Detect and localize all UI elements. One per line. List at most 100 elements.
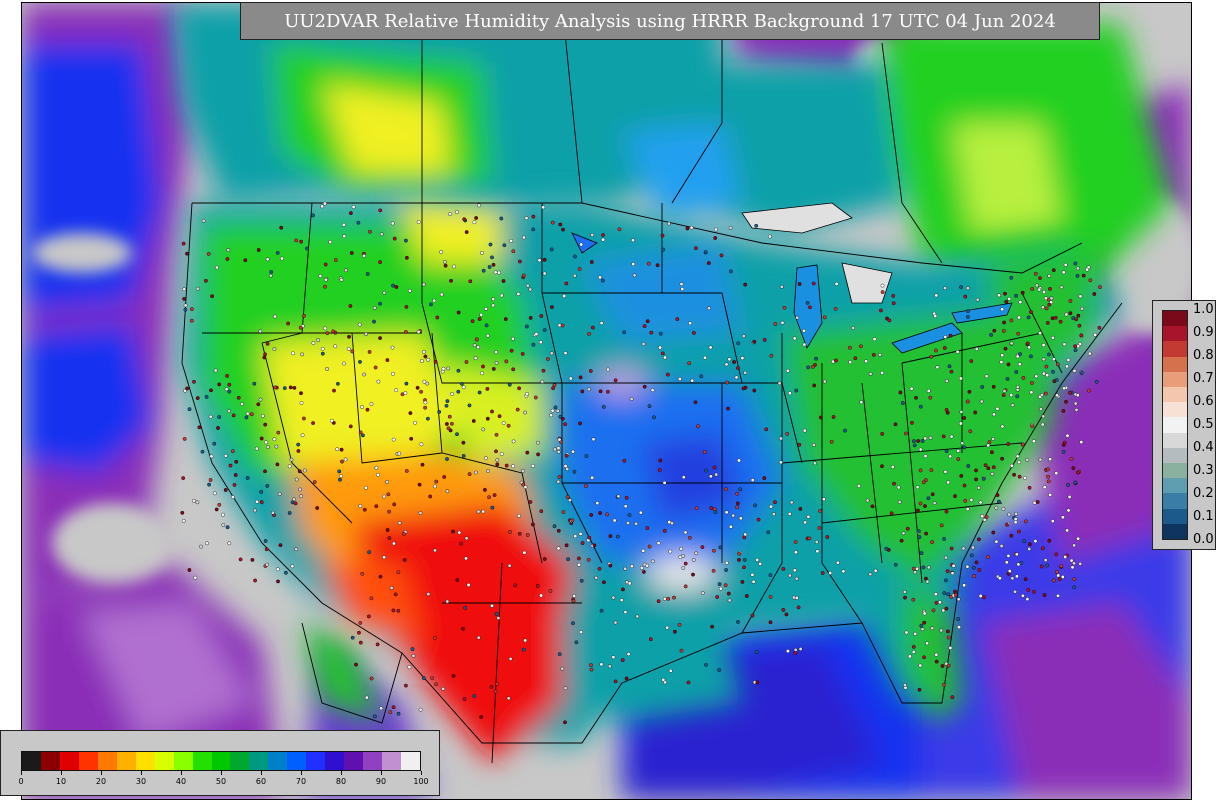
station-dot — [553, 405, 558, 410]
station-dot — [623, 504, 628, 509]
station-dot — [736, 501, 740, 506]
station-dot — [672, 595, 676, 600]
station-dot — [499, 216, 504, 221]
station-dot — [1088, 278, 1093, 283]
station-dot — [347, 334, 351, 339]
station-dot — [363, 485, 368, 490]
station-dot — [623, 610, 628, 614]
station-dot — [602, 580, 606, 585]
station-dot — [1021, 375, 1026, 380]
station-dot — [679, 547, 684, 551]
station-dot — [238, 557, 243, 562]
station-dot — [741, 334, 746, 338]
station-dot — [857, 484, 861, 488]
station-dot — [920, 439, 925, 443]
station-dot — [978, 594, 983, 598]
station-dot — [439, 250, 444, 255]
rh-colorbar-tick-label: 90 — [375, 777, 387, 786]
station-dot — [187, 407, 192, 412]
station-dot — [1047, 352, 1051, 357]
station-dot — [263, 352, 268, 357]
station-dot — [713, 236, 718, 240]
station-dot — [902, 590, 907, 594]
station-dot — [768, 234, 772, 239]
station-dot — [392, 236, 397, 241]
station-dot — [1048, 286, 1052, 291]
station-colorbar-tick-label: 0.7 — [1193, 371, 1214, 386]
station-dot — [980, 385, 985, 389]
station-dot — [496, 616, 501, 620]
station-dot — [442, 259, 447, 264]
station-dot — [1075, 393, 1080, 398]
station-dot — [621, 587, 625, 592]
station-dot — [974, 560, 979, 565]
station-dot — [1065, 433, 1070, 438]
station-dot — [1045, 563, 1049, 568]
station-dot — [660, 233, 665, 238]
station-dot — [742, 565, 746, 570]
station-dot — [1002, 389, 1007, 393]
station-dot — [517, 513, 521, 518]
station-dot — [378, 260, 382, 264]
station-dot — [445, 489, 450, 494]
station-dot — [658, 345, 662, 350]
station-dot — [656, 541, 661, 545]
station-dot — [751, 579, 756, 584]
station-dot — [236, 395, 241, 400]
station-dot — [675, 317, 680, 321]
rh-colorbar-tick-label: 80 — [335, 777, 347, 786]
station-dot — [546, 357, 550, 361]
station-dot — [333, 344, 338, 349]
station-dot — [507, 563, 512, 568]
station-dot — [975, 297, 980, 302]
station-dot — [372, 305, 377, 310]
station-dot — [973, 410, 978, 415]
station-dot — [630, 564, 634, 569]
station-dot — [539, 314, 544, 318]
station-dot — [411, 653, 416, 658]
station-dot — [572, 594, 577, 598]
station-dot — [613, 620, 618, 625]
station-dot — [451, 529, 455, 534]
station-dot — [391, 283, 395, 288]
station-dot — [1055, 393, 1059, 398]
station-dot — [396, 608, 401, 613]
rh-colorbar-segment — [135, 752, 155, 770]
station-dot — [1002, 320, 1006, 325]
station-dot — [997, 499, 1001, 504]
station-dot — [555, 408, 560, 413]
station-dot — [786, 368, 790, 373]
station-dot — [577, 556, 581, 561]
station-dot — [836, 560, 840, 565]
station-dot — [941, 608, 946, 613]
station-dot — [693, 400, 698, 405]
station-dot — [957, 625, 961, 629]
station-dot — [484, 323, 489, 328]
station-dot — [1022, 539, 1026, 544]
station-dot — [495, 458, 500, 462]
station-dot — [667, 221, 671, 226]
station-dot — [929, 354, 934, 359]
station-dot — [299, 239, 303, 244]
station-dot — [1056, 593, 1060, 598]
station-dot — [1032, 589, 1036, 594]
station-dot — [893, 422, 898, 427]
station-dot — [1015, 574, 1019, 579]
station-dot — [523, 485, 528, 489]
station-dot — [1009, 533, 1014, 538]
station-dot — [432, 636, 437, 640]
station-dot — [920, 627, 925, 632]
station-dot — [1073, 480, 1078, 485]
humidity-field-map — [22, 3, 1191, 799]
station-dot — [1033, 271, 1038, 276]
station-dot — [181, 519, 186, 523]
station-dot — [740, 580, 745, 584]
station-dot — [1013, 589, 1017, 594]
station-dot — [686, 680, 691, 685]
station-dot — [485, 416, 490, 421]
station-dot — [588, 369, 593, 373]
station-dot — [1016, 562, 1021, 567]
station-dot — [513, 583, 518, 588]
station-dot — [571, 621, 575, 626]
station-dot — [934, 652, 939, 657]
